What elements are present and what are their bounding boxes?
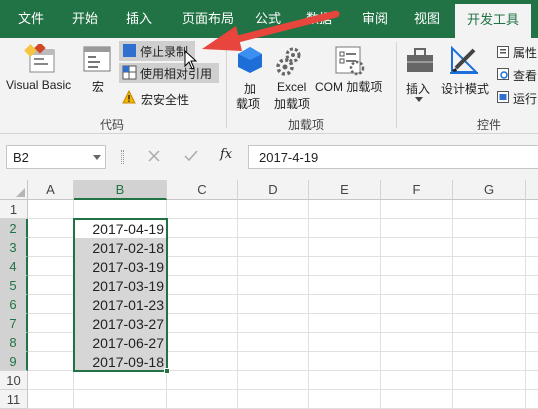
view-code-label: 查看	[513, 69, 538, 83]
insert-function-button[interactable]: fx	[220, 147, 232, 162]
selection-border	[73, 218, 168, 372]
design-mode-icon	[450, 45, 479, 74]
gridline	[237, 200, 238, 409]
row-header[interactable]: 4	[0, 257, 28, 276]
macros-icon	[83, 46, 111, 72]
column-header-b[interactable]: B	[74, 180, 167, 200]
design-mode-label: 设计模式	[441, 82, 490, 96]
worksheet-grid[interactable]: A B C D E F G 1 2 3 4 5 6 7 8 9 10 11 20…	[0, 180, 538, 409]
visual-basic-icon	[24, 44, 55, 73]
column-header-c[interactable]: C	[167, 180, 238, 200]
gridline	[308, 200, 309, 409]
cancel-icon[interactable]	[148, 150, 160, 162]
formula-value: 2017-4-19	[259, 150, 319, 165]
tab-file[interactable]: 文件	[6, 0, 56, 38]
excel-addins-label-1: Excel	[277, 80, 307, 94]
gridline	[452, 200, 453, 409]
tab-insert[interactable]: 插入	[114, 0, 164, 38]
relative-references-icon	[122, 65, 137, 80]
select-all-corner[interactable]	[0, 180, 28, 200]
fill-handle[interactable]	[164, 368, 170, 374]
chevron-down-icon	[415, 97, 423, 102]
column-header-g[interactable]: G	[453, 180, 526, 200]
tab-view[interactable]: 视图	[404, 0, 450, 38]
stop-recording-label: 停止录制	[140, 45, 189, 59]
row-header[interactable]: 3	[0, 238, 28, 257]
formula-input[interactable]: 2017-4-19	[248, 145, 538, 169]
com-addins-label: COM 加载项	[315, 80, 383, 94]
relative-references-label: 使用相对引用	[140, 67, 213, 81]
row-header[interactable]: 5	[0, 276, 28, 295]
row-header[interactable]: 7	[0, 314, 28, 333]
name-box-value: B2	[13, 150, 29, 165]
formula-bar: B2 fx 2017-4-19	[0, 134, 538, 180]
addins-label-2: 载项	[236, 97, 261, 111]
toolbox-icon	[407, 48, 433, 72]
row-header[interactable]: 9	[0, 352, 28, 371]
addins-group-label: 加载项	[288, 118, 325, 132]
tab-developer[interactable]: 开发工具	[455, 4, 531, 38]
controls-group-label: 控件	[477, 118, 502, 132]
group-separator	[396, 42, 397, 128]
chevron-down-icon	[93, 155, 101, 160]
run-dialog-label: 运行	[513, 92, 538, 106]
properties-icon	[497, 46, 509, 58]
row-header[interactable]: 11	[0, 390, 28, 409]
properties-label: 属性	[513, 46, 538, 60]
visual-basic-label: Visual Basic	[6, 78, 72, 92]
excel-addins-label-2: 加载项	[274, 97, 311, 111]
gridline	[380, 200, 381, 409]
macro-security-label: 宏安全性	[141, 93, 190, 107]
view-code-icon	[497, 68, 509, 80]
macros-label: 宏	[92, 80, 105, 94]
gridline	[28, 389, 538, 390]
tab-home[interactable]: 开始	[60, 0, 110, 38]
run-dialog-icon	[497, 91, 509, 103]
column-header-e[interactable]: E	[309, 180, 381, 200]
gridline	[525, 200, 526, 409]
row-header[interactable]: 2	[0, 219, 28, 238]
enter-check-icon[interactable]	[184, 150, 198, 162]
row-header[interactable]: 8	[0, 333, 28, 352]
code-group-label: 代码	[100, 118, 125, 132]
annotation-arrow-icon	[202, 10, 340, 51]
column-header-d[interactable]: D	[238, 180, 309, 200]
stop-recording-icon	[123, 44, 136, 57]
row-header[interactable]: 1	[0, 200, 28, 219]
column-header-a[interactable]: A	[28, 180, 74, 200]
insert-controls-label: 插入	[406, 82, 431, 96]
column-header-h[interactable]	[526, 180, 538, 200]
warning-icon	[122, 90, 136, 104]
column-header-f[interactable]: F	[381, 180, 453, 200]
row-header[interactable]: 6	[0, 295, 28, 314]
relative-references-button[interactable]: 使用相对引用	[119, 63, 219, 83]
formula-bar-splitter[interactable]	[121, 150, 124, 164]
select-all-triangle-icon	[16, 188, 25, 197]
row-header[interactable]: 10	[0, 371, 28, 390]
tab-review[interactable]: 审阅	[352, 0, 398, 38]
name-box[interactable]: B2	[6, 145, 106, 169]
